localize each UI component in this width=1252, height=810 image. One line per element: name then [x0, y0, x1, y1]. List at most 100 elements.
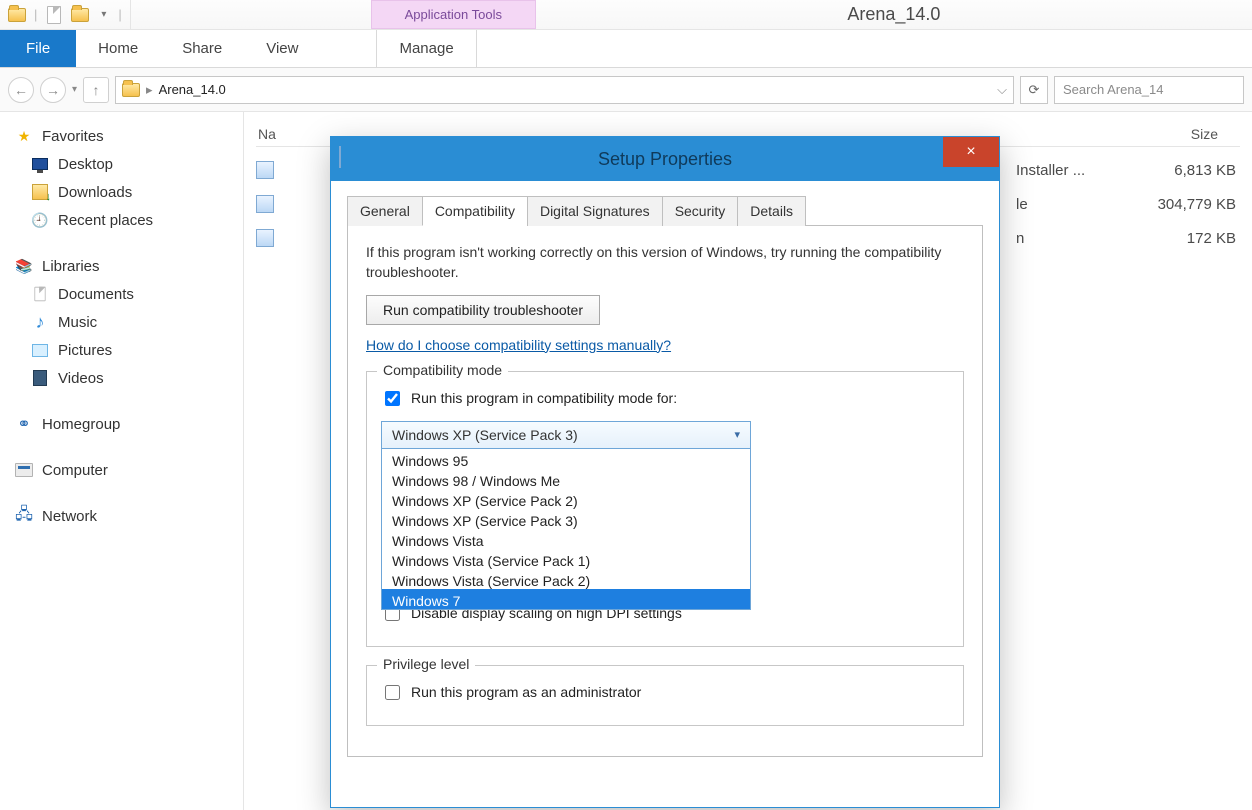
nav-forward-button[interactable]: →	[40, 77, 66, 103]
privilege-level-group: Privilege level Run this program as an a…	[366, 665, 964, 726]
qat-dropdown-icon[interactable]: ▾	[97, 9, 110, 20]
nav-history-dropdown[interactable]: ▾	[72, 84, 77, 95]
dialog-title: Setup Properties	[331, 149, 999, 170]
checkbox-input[interactable]	[385, 391, 400, 406]
folder-icon	[8, 6, 26, 24]
run-troubleshooter-button[interactable]: Run compatibility troubleshooter	[366, 295, 600, 325]
combo-option[interactable]: Windows XP (Service Pack 2)	[382, 489, 750, 509]
sidebar-computer[interactable]: Computer	[4, 456, 239, 484]
dialog-body: General Compatibility Digital Signatures…	[331, 181, 999, 771]
sidebar-libraries[interactable]: 📚 Libraries	[4, 252, 239, 280]
installer-icon	[256, 195, 274, 213]
nav-back-button[interactable]: ←	[8, 77, 34, 103]
pictures-icon	[30, 340, 50, 360]
tab-share[interactable]: Share	[160, 30, 244, 67]
window-title: Arena_14.0	[536, 4, 1252, 25]
combo-selected-label: Windows XP (Service Pack 3)	[392, 427, 578, 443]
combo-option[interactable]: Windows Vista (Service Pack 2)	[382, 569, 750, 589]
tab-home[interactable]: Home	[76, 30, 160, 67]
sidebar-item-label: Music	[58, 314, 97, 331]
tab-digital-signatures[interactable]: Digital Signatures	[527, 196, 663, 226]
tab-details[interactable]: Details	[737, 196, 806, 226]
sidebar-item-label: Pictures	[58, 342, 112, 359]
property-tabs: General Compatibility Digital Signatures…	[347, 195, 983, 226]
checkbox-input[interactable]	[385, 685, 400, 700]
breadcrumb-dropdown-icon[interactable]: ⌵	[997, 82, 1007, 98]
checkbox-label: Run this program in compatibility mode f…	[411, 390, 677, 406]
compatibility-help-link[interactable]: How do I choose compatibility settings m…	[366, 337, 671, 353]
documents-icon	[30, 284, 50, 304]
search-placeholder: Search Arena_14	[1063, 82, 1163, 97]
ribbon-tabs: File Home Share View Manage	[0, 30, 1252, 68]
sidebar-item-label: Videos	[58, 370, 104, 387]
sidebar-documents[interactable]: Documents	[4, 280, 239, 308]
column-size[interactable]: Size	[1118, 126, 1238, 142]
dialog-titlebar[interactable]: Setup Properties ×	[331, 137, 999, 181]
title-bar: | ▾ | Application Tools Arena_14.0	[0, 0, 1252, 30]
tab-compatibility[interactable]: Compatibility	[422, 196, 528, 226]
search-input[interactable]: Search Arena_14	[1054, 76, 1244, 104]
cell-type: le	[1016, 196, 1116, 213]
compatibility-panel: If this program isn't working correctly …	[347, 226, 983, 757]
sidebar-item-label: Recent places	[58, 212, 153, 229]
address-bar: ← → ▾ ↑ ▸ Arena_14.0 ⌵ ⟳ Search Arena_14	[0, 68, 1252, 112]
sidebar-homegroup[interactable]: ⚭ Homegroup	[4, 410, 239, 438]
breadcrumb-folder[interactable]: Arena_14.0	[159, 82, 226, 97]
tab-general[interactable]: General	[347, 196, 423, 226]
cell-size: 172 KB	[1116, 230, 1236, 247]
sidebar-downloads[interactable]: Downloads	[4, 178, 239, 206]
cell-size: 6,813 KB	[1116, 162, 1236, 179]
nav-up-button[interactable]: ↑	[83, 77, 109, 103]
refresh-button[interactable]: ⟳	[1020, 76, 1048, 104]
sidebar-videos[interactable]: Videos	[4, 364, 239, 392]
cell-size: 304,779 KB	[1116, 196, 1236, 213]
navigation-pane: ★ Favorites Desktop Downloads 🕘 Recent p…	[0, 112, 244, 810]
quick-access-toolbar: | ▾ |	[0, 0, 131, 29]
run-as-admin-checkbox[interactable]: Run this program as an administrator	[381, 682, 949, 703]
compatibility-hint: If this program isn't working correctly …	[366, 242, 964, 283]
tab-security[interactable]: Security	[662, 196, 739, 226]
combo-option[interactable]: Windows 95	[382, 449, 750, 469]
setup-properties-dialog: Setup Properties × General Compatibility…	[330, 136, 1000, 808]
music-icon: ♪	[30, 312, 50, 332]
installer-icon	[256, 229, 274, 247]
sidebar-network[interactable]: 🖧 Network	[4, 502, 239, 530]
installer-icon	[256, 161, 274, 179]
sidebar-music[interactable]: ♪ Music	[4, 308, 239, 336]
sidebar-item-label: Homegroup	[42, 416, 120, 433]
close-button[interactable]: ×	[943, 137, 999, 167]
sidebar-item-label: Favorites	[42, 128, 104, 145]
tab-view[interactable]: View	[244, 30, 320, 67]
sidebar-favorites[interactable]: ★ Favorites	[4, 122, 239, 150]
combo-option[interactable]: Windows XP (Service Pack 3)	[382, 509, 750, 529]
sidebar-item-label: Computer	[42, 462, 108, 479]
combo-dropdown-list[interactable]: Windows 95Windows 98 / Windows MeWindows…	[381, 449, 751, 610]
run-compat-mode-checkbox[interactable]: Run this program in compatibility mode f…	[381, 388, 949, 409]
sidebar-item-label: Network	[42, 508, 97, 525]
combo-option[interactable]: Windows 7	[382, 589, 750, 609]
breadcrumb[interactable]: ▸ Arena_14.0 ⌵	[115, 76, 1014, 104]
open-folder-icon[interactable]	[71, 6, 89, 24]
installer-icon	[339, 147, 341, 168]
tab-manage[interactable]: Manage	[376, 30, 476, 67]
computer-icon	[14, 460, 34, 480]
properties-icon[interactable]	[45, 6, 63, 24]
combo-option[interactable]: Windows 98 / Windows Me	[382, 469, 750, 489]
checkbox-label: Run this program as an administrator	[411, 684, 641, 700]
sidebar-item-label: Documents	[58, 286, 134, 303]
tab-file[interactable]: File	[0, 30, 76, 67]
libraries-icon: 📚	[14, 256, 34, 276]
cell-type: n	[1016, 230, 1116, 247]
sidebar-recent-places[interactable]: 🕘 Recent places	[4, 206, 239, 234]
combo-selected[interactable]: Windows XP (Service Pack 3) ▾	[381, 421, 751, 449]
downloads-icon	[30, 182, 50, 202]
videos-icon	[30, 368, 50, 388]
network-icon: 🖧	[14, 506, 34, 526]
sidebar-pictures[interactable]: Pictures	[4, 336, 239, 364]
combo-option[interactable]: Windows Vista	[382, 529, 750, 549]
star-icon: ★	[14, 126, 34, 146]
sidebar-item-label: Desktop	[58, 156, 113, 173]
compatibility-mode-combo[interactable]: Windows XP (Service Pack 3) ▾ Windows 95…	[381, 421, 751, 449]
combo-option[interactable]: Windows Vista (Service Pack 1)	[382, 549, 750, 569]
sidebar-desktop[interactable]: Desktop	[4, 150, 239, 178]
